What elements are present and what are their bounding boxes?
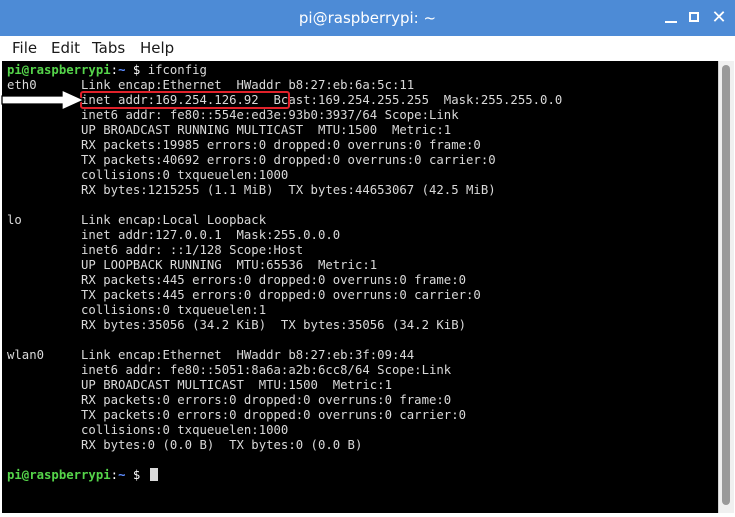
- menu-tabs[interactable]: Tabs: [92, 39, 125, 57]
- close-icon: ✕: [711, 7, 727, 28]
- command-line: pi@raspberrypi:~ $ ifconfig: [7, 63, 562, 78]
- minimize-button[interactable]: [661, 8, 681, 28]
- close-button[interactable]: ✕: [709, 8, 729, 28]
- output-line: RX packets:445 errors:0 dropped:0 overru…: [7, 273, 467, 287]
- menu-help[interactable]: Help: [140, 39, 174, 57]
- output-line: inet addr:127.0.0.1 Mask:255.0.0.0: [7, 228, 341, 242]
- output-line: RX packets:19985 errors:0 dropped:0 over…: [7, 138, 481, 152]
- prompt-symbol: $: [125, 63, 148, 77]
- output-line: lo Link encap:Local Loopback: [7, 213, 267, 227]
- title-bar[interactable]: pi@raspberrypi: ~ ✕: [0, 0, 735, 36]
- prompt-user: pi@raspberrypi: [7, 468, 111, 482]
- menu-edit[interactable]: Edit: [51, 39, 80, 57]
- prompt-separator: :: [110, 468, 119, 482]
- scrollbar-thumb[interactable]: [722, 65, 730, 505]
- prompt-symbol: $: [125, 468, 148, 482]
- terminal-lines: pi@raspberrypi:~ $ ifconfig eth0 Link en…: [7, 63, 562, 483]
- output-line: RX packets:0 errors:0 dropped:0 overruns…: [7, 393, 452, 407]
- minimize-icon: [665, 21, 677, 23]
- output-line: collisions:0 txqueuelen:1: [7, 303, 267, 317]
- menu-file[interactable]: File: [12, 39, 37, 57]
- output-line: eth0 Link encap:Ethernet HWaddr b8:27:eb…: [7, 78, 415, 92]
- terminal-window: pi@raspberrypi: ~ ✕ File Edit Tabs Help …: [0, 0, 735, 517]
- maximize-icon: [689, 12, 699, 22]
- output-line: wlan0 Link encap:Ethernet HWaddr b8:27:e…: [7, 348, 415, 362]
- vertical-scrollbar[interactable]: [718, 61, 734, 513]
- window-title: pi@raspberrypi: ~: [298, 9, 437, 27]
- output-line: TX packets:40692 errors:0 dropped:0 over…: [7, 153, 496, 167]
- maximize-button[interactable]: [685, 8, 705, 28]
- output-line: inet6 addr: fe80::5051:8a6a:a2b:6cc8/64 …: [7, 363, 452, 377]
- output-line: UP BROADCAST RUNNING MULTICAST MTU:1500 …: [7, 123, 452, 137]
- output-line: inet6 addr: ::1/128 Scope:Host: [7, 243, 304, 257]
- output-line: inet6 addr: fe80::554e:ed3e:93b0:3937/64…: [7, 108, 459, 122]
- output-line: TX packets:445 errors:0 dropped:0 overru…: [7, 288, 481, 302]
- output-line: RX bytes:0 (0.0 B) TX bytes:0 (0.0 B): [7, 438, 363, 452]
- prompt-user: pi@raspberrypi: [7, 63, 111, 77]
- output-line: RX bytes:35056 (34.2 KiB) TX bytes:35056…: [7, 318, 467, 332]
- output-line: collisions:0 txqueuelen:1000: [7, 423, 289, 437]
- terminal-output-area[interactable]: pi@raspberrypi:~ $ ifconfig eth0 Link en…: [2, 61, 718, 513]
- command-text: ifconfig: [147, 63, 207, 77]
- output-line: TX packets:0 errors:0 dropped:0 overruns…: [7, 408, 467, 422]
- current-prompt-line: pi@raspberrypi:~ $: [7, 468, 562, 483]
- output-line: UP LOOPBACK RUNNING MTU:65536 Metric:1: [7, 258, 378, 272]
- output-line: UP BROADCAST MULTICAST MTU:1500 Metric:1: [7, 378, 392, 392]
- output-line: collisions:0 txqueuelen:1000: [7, 168, 289, 182]
- output-line: inet addr:169.254.126.92 Bcast:169.254.2…: [7, 93, 563, 107]
- command-output: eth0 Link encap:Ethernet HWaddr b8:27:eb…: [7, 78, 562, 468]
- pointer-arrow-icon: [1, 88, 86, 112]
- text-cursor: [149, 468, 158, 481]
- prompt-separator: :: [110, 63, 119, 77]
- menu-bar: File Edit Tabs Help: [0, 36, 735, 60]
- output-line: RX bytes:1215255 (1.1 MiB) TX bytes:4465…: [7, 183, 496, 197]
